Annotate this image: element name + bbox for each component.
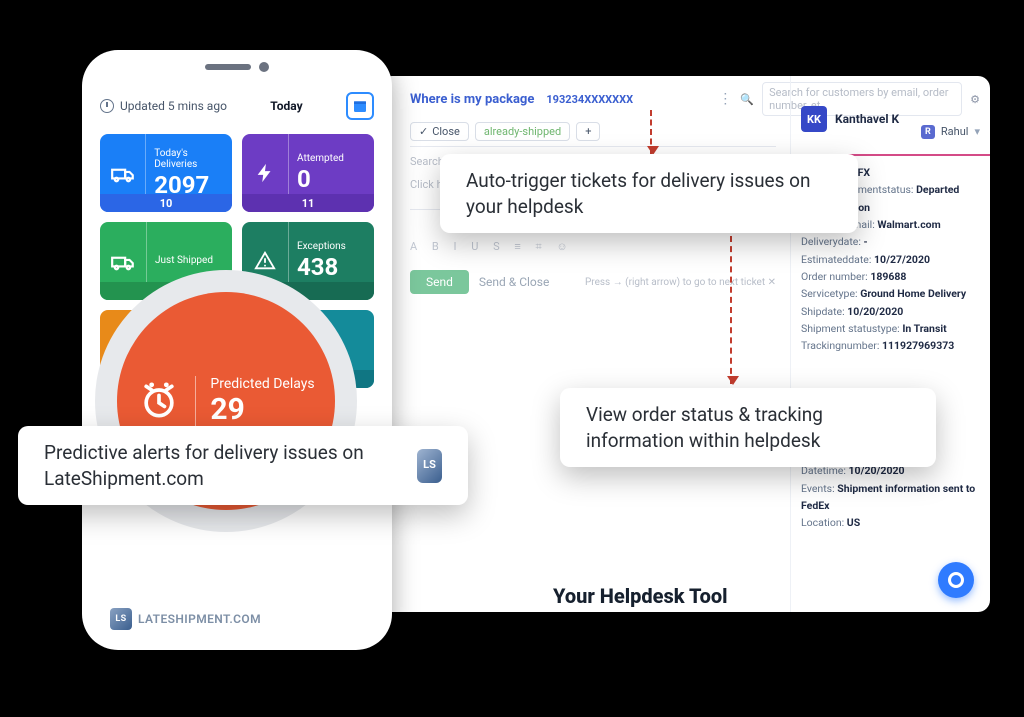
customer-avatar[interactable]: KK: [801, 106, 827, 132]
ticket-tracking-number: 193234XXXXXXX: [546, 93, 633, 106]
arrow-to-auto-callout: [650, 110, 652, 154]
calendar-button[interactable]: [346, 92, 374, 120]
predicted-delays-label: Predicted Delays: [210, 376, 314, 392]
date-label: Today: [270, 99, 302, 113]
helpdesk-caption: Your Helpdesk Tool: [553, 584, 728, 608]
send-button[interactable]: Send: [410, 270, 469, 294]
clock-icon: [100, 99, 114, 113]
lateshipment-logo-icon: [417, 449, 442, 483]
editor-toolbar[interactable]: A B I U S ≡ ⌗ ☺: [410, 240, 776, 254]
arrow-to-view-callout: [730, 236, 732, 384]
lateshipment-logo: LATESHIPMENT.COM: [110, 608, 261, 630]
kebab-icon[interactable]: ⋮: [718, 91, 732, 107]
ticket-title: Where is my package: [410, 92, 534, 107]
send-and-close-button[interactable]: Send & Close: [479, 275, 549, 289]
customer-name: Kanthavel K: [835, 112, 899, 126]
chat-fab-button[interactable]: [938, 562, 974, 598]
callout-auto-trigger: Auto-trigger tickets for delivery issues…: [440, 154, 858, 233]
chat-icon: [948, 572, 964, 588]
search-icon: 🔍: [740, 93, 754, 106]
updated-label: Updated 5 mins ago: [120, 99, 227, 113]
predicted-delays-value: 29: [210, 392, 314, 427]
logo-icon: [110, 608, 132, 630]
next-ticket-hint: Press → (right arrow) to go to next tick…: [585, 277, 776, 288]
callout-predictive-alerts: Predictive alerts for delivery issues on…: [18, 426, 468, 505]
alarm-clock-icon: [137, 379, 181, 423]
callout-view-order: View order status & tracking information…: [560, 388, 936, 467]
card-todays-deliveries[interactable]: Today's Deliveries 2097 10: [100, 134, 232, 212]
card-attempted[interactable]: Attempted 0 11: [242, 134, 374, 212]
